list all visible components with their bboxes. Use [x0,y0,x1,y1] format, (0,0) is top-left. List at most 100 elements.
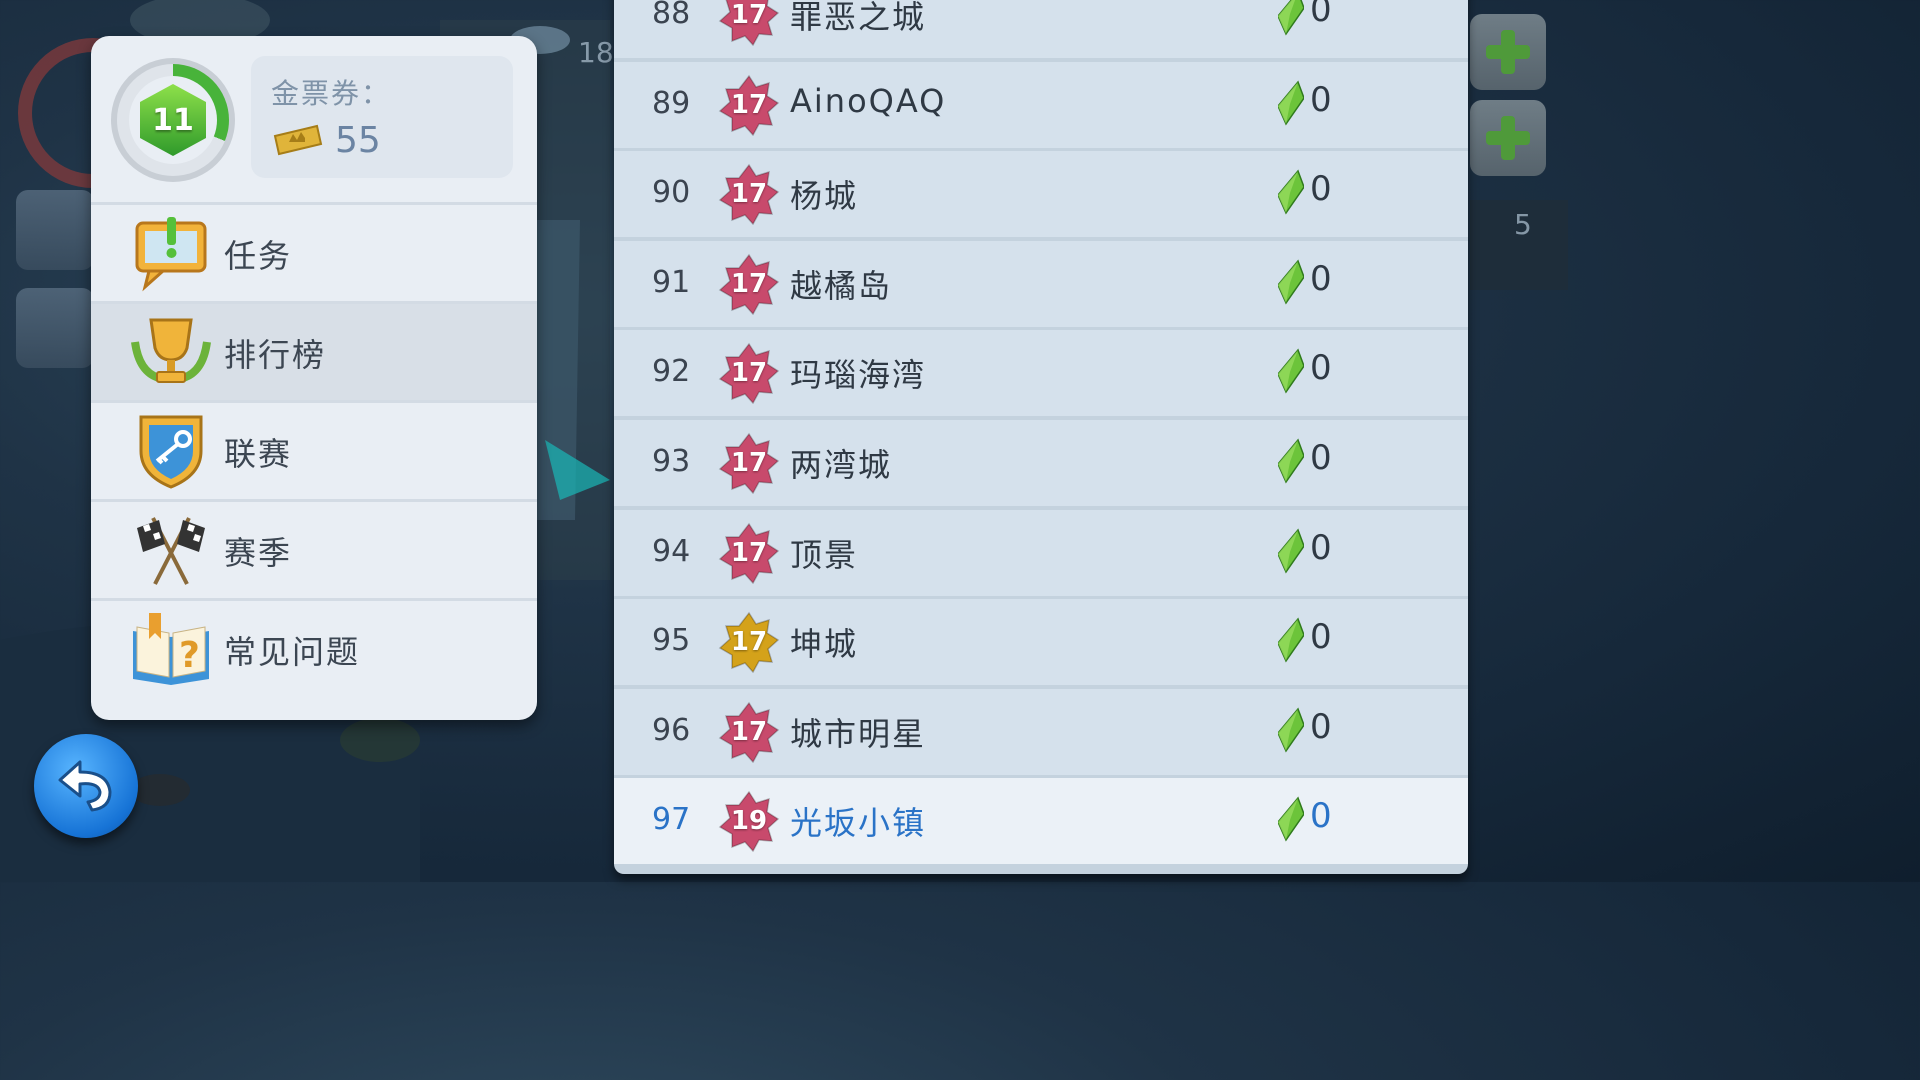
city-name: AinoQAQ [790,81,947,120]
level-progress-ring: 11 [117,64,229,176]
leaderboard-row[interactable]: 89 17 AinoQAQ 0 [614,61,1468,148]
menu-label: 任务 [224,237,293,275]
checkered-flags-icon [137,517,205,585]
menu-item-leaderboard[interactable]: 排行榜 [91,301,537,400]
golden-ticket-icon [273,124,323,156]
menu-label: 排行榜 [224,336,327,374]
simcash-gem-icon [1278,796,1304,842]
city-level: 17 [730,358,768,389]
hud-number-right: 5 [1514,208,1532,241]
menu-label: 联赛 [224,435,293,473]
rank-number: 95 [652,623,691,659]
menu-item-quests[interactable]: 任务 [91,202,537,301]
city-name: 光坂小镇 [790,804,927,843]
city-level-star-icon: 17 [718,522,780,584]
city-level-star-icon: 17 [718,0,780,47]
ticket-label: 金票券： [271,77,392,110]
menu-label: 赛季 [224,534,293,572]
score-value: 0 [1310,527,1332,568]
city-level-star-icon: 17 [718,74,780,136]
leaderboard-row[interactable]: 94 17 顶景 0 [614,509,1468,596]
city-name: 罪恶之城 [790,0,927,36]
back-button[interactable] [34,734,138,838]
score-value: 0 [1310,169,1332,210]
score-value: 0 [1310,348,1332,389]
leaderboard-row[interactable]: 92 17 玛瑙海湾 0 [614,330,1468,417]
menu-item-league[interactable]: 联赛 [91,400,537,499]
leaderboard-row[interactable]: 93 17 两湾城 0 [614,420,1468,506]
score-value: 0 [1310,258,1332,299]
level-hex-icon: 11 [140,84,206,156]
rank-number: 90 [652,175,691,211]
city-level: 17 [730,89,768,120]
city-level-star-icon: 17 [718,342,780,405]
simcash-gem-icon [1278,528,1304,574]
simcash-gem-icon [1278,80,1304,126]
city-name: 坤城 [790,625,859,664]
tools-button[interactable] [16,190,94,270]
rank-number: 91 [652,264,691,300]
rank-number: 88 [652,0,691,31]
leaderboard-row[interactable]: 88 17 罪恶之城 0 [614,0,1468,58]
rank-number: 93 [652,444,691,479]
add-button-2[interactable] [1470,100,1546,176]
city-name: 两湾城 [790,446,893,484]
city-name: 杨城 [790,177,859,216]
city-level: 17 [730,716,768,747]
city-level: 17 [730,537,768,568]
score-value: 0 [1310,79,1332,120]
simcash-gem-icon [1278,707,1304,753]
score-value: 0 [1310,438,1332,478]
city-level-star-icon: 17 [718,432,780,495]
leaderboard-row[interactable]: 97 19 光坂小镇 0 [614,778,1468,865]
menu-item-season[interactable]: 赛季 [91,499,537,598]
city-name: 城市明星 [790,714,927,753]
shield-key-icon [139,415,203,489]
quest-speech-bubble-icon [135,217,207,292]
undo-arrow-icon [58,760,112,812]
friends-button[interactable] [16,288,94,368]
city-level: 19 [730,806,768,837]
leaderboard-row[interactable]: 90 17 杨城 0 [614,151,1468,238]
rank-number: 94 [652,533,691,569]
city-level: 17 [730,627,768,658]
profile-header: 11 金票券： 55 [91,36,537,202]
leaderboard-row[interactable]: 96 17 城市明星 0 [614,688,1468,775]
leaderboard-list[interactable]: 88 17 罪恶之城 0 89 17 AinoQAQ 0 90 17 杨城 0 91 17 越橘岛 0 92 17… [614,0,1468,874]
simcash-gem-icon [1278,169,1304,215]
simcash-gem-icon [1278,348,1304,394]
city-level-star-icon: 17 [718,253,780,316]
simcash-gem-icon [1278,617,1304,663]
rank-number: 89 [652,85,691,121]
city-level-star-icon: 19 [718,790,780,853]
plus-icon [1486,30,1530,74]
city-level: 17 [730,448,768,478]
city-level: 17 [730,268,768,299]
svg-text:?: ? [179,635,200,676]
ticket-value: 55 [335,120,381,161]
city-level-star-icon: 17 [718,701,780,764]
player-level-badge: 11 [111,58,235,182]
city-name: 玛瑙海湾 [790,356,927,395]
leaderboard-row[interactable]: 95 17 坤城 0 [614,599,1468,686]
hud-number-left: 18 [578,36,614,69]
leaderboard-row[interactable]: 91 17 越橘岛 0 [614,240,1468,327]
add-button-1[interactable] [1470,14,1546,90]
score-value: 0 [1310,796,1332,837]
city-level-star-icon: 17 [718,163,780,226]
city-level-star-icon: 17 [718,611,780,674]
menu-item-faq[interactable]: ? 常见问题 [91,598,537,697]
score-value: 0 [1310,706,1332,747]
plus-icon [1486,116,1530,160]
rank-number: 92 [652,354,691,390]
simcash-gem-icon [1278,0,1304,36]
city-name: 越橘岛 [790,266,893,305]
golden-ticket-box: 金票券： 55 [251,56,513,178]
menu-label: 常见问题 [224,633,361,671]
score-value: 0 [1310,0,1332,30]
rank-number: 97 [652,802,691,838]
city-level: 17 [730,179,768,210]
city-level: 17 [730,0,768,30]
player-level: 11 [152,102,194,138]
trophy-icon [131,318,211,383]
